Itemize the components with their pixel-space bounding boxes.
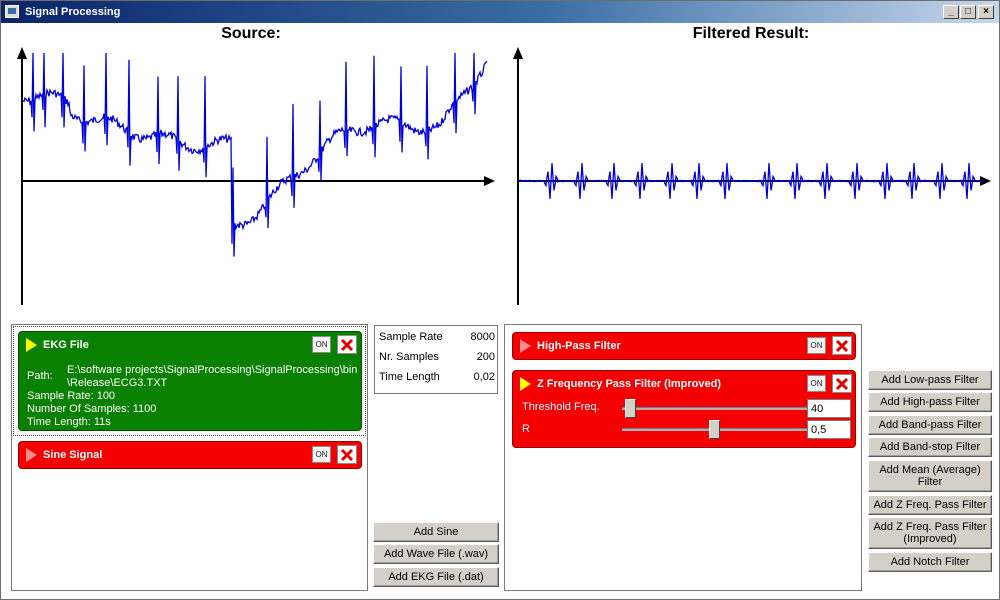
add-wave-file-button[interactable]: Add Wave File (.wav) — [373, 544, 499, 564]
on-toggle[interactable]: ON — [312, 336, 331, 353]
threshold-slider-thumb[interactable] — [625, 399, 637, 418]
source-card-sine[interactable]: Sine Signal ON — [18, 441, 362, 469]
remove-source-button[interactable] — [337, 335, 357, 354]
on-toggle[interactable]: ON — [807, 375, 826, 392]
filter-card-z-frequency[interactable]: Z Frequency Pass Filter (Improved) ON Th… — [512, 370, 856, 448]
add-sine-button[interactable]: Add Sine — [373, 522, 499, 542]
play-icon[interactable] — [520, 339, 531, 353]
stats-value: 8000 — [470, 331, 495, 343]
r-label: R — [522, 423, 530, 435]
filter-name: Z Frequency Pass Filter (Improved) — [537, 378, 721, 390]
add-band-stop-button[interactable]: Add Band-stop Filter — [868, 437, 992, 457]
close-icon — [835, 339, 849, 353]
close-icon — [835, 377, 849, 391]
path-label: Path: — [27, 370, 53, 382]
add-z-freq-improved-button[interactable]: Add Z Freq. Pass Filter (Improved) — [868, 517, 992, 549]
signal-processing-window: Signal Processing _ □ × Source: Filtered… — [0, 0, 1000, 600]
stats-row-sample-rate: Sample Rate 8000 — [379, 331, 495, 347]
add-notch-button[interactable]: Add Notch Filter — [868, 552, 992, 572]
stats-row-time-length: Time Length 0,02 — [379, 371, 495, 387]
title-bar[interactable]: Signal Processing _ □ × — [1, 1, 999, 23]
filter-list-panel[interactable]: High-Pass Filter ON Z Frequency Pass Fil… — [504, 324, 862, 591]
threshold-slider-track[interactable] — [622, 407, 807, 410]
close-icon — [340, 448, 354, 462]
source-sample-rate: Sample Rate: 100 — [27, 390, 116, 402]
remove-source-button[interactable] — [337, 445, 357, 464]
add-mean-filter-button[interactable]: Add Mean (Average) Filter — [868, 460, 992, 492]
close-window-button[interactable]: × — [978, 5, 994, 19]
stats-label: Time Length — [379, 371, 440, 383]
source-time-length: Time Length: 11s — [27, 416, 111, 428]
source-x-arrow — [484, 176, 495, 186]
source-card-ekg[interactable]: EKG File ON Path: E:\software projects\S… — [18, 331, 362, 431]
r-input[interactable] — [807, 420, 851, 439]
result-plot — [513, 47, 991, 305]
source-name: Sine Signal — [43, 449, 103, 461]
minimize-button[interactable]: _ — [943, 5, 959, 19]
window-title: Signal Processing — [25, 6, 121, 18]
add-z-freq-button[interactable]: Add Z Freq. Pass Filter — [868, 495, 992, 515]
add-ekg-file-button[interactable]: Add EKG File (.dat) — [373, 567, 499, 587]
filter-name: High-Pass Filter — [537, 340, 621, 352]
on-toggle[interactable]: ON — [312, 446, 331, 463]
stats-label: Nr. Samples — [379, 351, 439, 363]
result-plot-title: Filtered Result: — [692, 25, 810, 42]
r-slider-thumb[interactable] — [709, 420, 720, 439]
remove-filter-button[interactable] — [832, 374, 852, 393]
play-icon[interactable] — [26, 448, 37, 462]
result-y-arrow — [513, 47, 523, 59]
source-plot-title: Source: — [221, 25, 281, 42]
play-icon[interactable] — [520, 377, 531, 391]
signal-stats-box: Sample Rate 8000 Nr. Samples 200 Time Le… — [374, 325, 498, 394]
stats-value: 200 — [476, 351, 495, 363]
remove-filter-button[interactable] — [832, 336, 852, 355]
threshold-label: Threshold Freq. — [522, 401, 600, 413]
source-signal-line — [22, 52, 488, 257]
threshold-input[interactable] — [807, 399, 851, 418]
add-low-pass-button[interactable]: Add Low-pass Filter — [868, 370, 992, 390]
source-name: EKG File — [43, 339, 89, 351]
stats-row-nr-samples: Nr. Samples 200 — [379, 351, 495, 367]
play-icon[interactable] — [26, 338, 37, 352]
filter-card-high-pass[interactable]: High-Pass Filter ON — [512, 332, 856, 360]
stats-value: 0,02 — [473, 371, 495, 383]
source-num-samples: Number Of Samples: 1100 — [27, 403, 157, 415]
result-signal-line — [518, 163, 984, 199]
close-icon — [340, 338, 354, 352]
add-band-pass-button[interactable]: Add Band-pass Filter — [868, 415, 992, 435]
source-list-panel[interactable]: EKG File ON Path: E:\software projects\S… — [11, 324, 368, 591]
stats-label: Sample Rate — [379, 331, 443, 343]
maximize-button[interactable]: □ — [960, 5, 976, 19]
app-icon — [5, 5, 19, 18]
on-toggle[interactable]: ON — [807, 337, 826, 354]
path-line-1: E:\software projects\SignalProcessing\Si… — [67, 364, 358, 376]
source-y-arrow — [17, 47, 27, 59]
add-high-pass-button[interactable]: Add High-pass Filter — [868, 392, 992, 412]
source-plot — [17, 47, 495, 305]
path-line-2: \Release\ECG3.TXT — [67, 377, 168, 389]
